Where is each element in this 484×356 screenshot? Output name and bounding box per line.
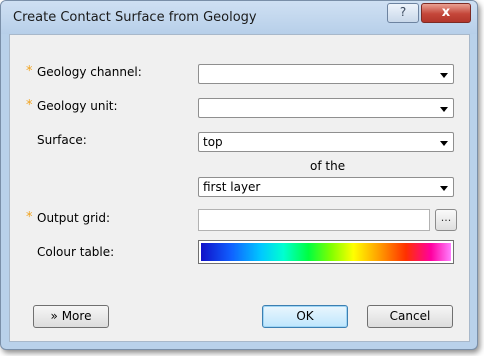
geology-channel-dropdown[interactable] (198, 64, 454, 84)
cancel-button[interactable]: Cancel (367, 305, 453, 328)
more-button[interactable]: » More (33, 305, 109, 328)
geology-channel-label: Geology channel: (37, 65, 142, 79)
geology-unit-dropdown[interactable] (198, 98, 454, 118)
browse-button[interactable]: ... (435, 209, 457, 231)
colour-gradient-swatch (201, 243, 451, 261)
geology-unit-label: Geology unit: (37, 99, 118, 113)
help-icon: ? (399, 5, 407, 19)
dialog-title: Create Contact Surface from Geology (13, 10, 257, 25)
close-button[interactable]: x (421, 3, 471, 23)
layer-dropdown[interactable]: first layer (198, 177, 454, 197)
ok-button-label: OK (296, 309, 314, 323)
chevron-down-icon (440, 73, 448, 78)
surface-value: top (203, 135, 223, 149)
colour-table-picker[interactable] (198, 240, 454, 264)
chevron-down-icon (440, 141, 448, 146)
required-icon: * (26, 210, 33, 225)
chevron-down-icon (440, 107, 448, 112)
dialog-window: Create Contact Surface from Geology ? x … (0, 0, 478, 350)
title-bar[interactable]: Create Contact Surface from Geology ? x (1, 1, 477, 34)
layer-value: first layer (203, 180, 261, 194)
ok-button[interactable]: OK (262, 305, 348, 328)
output-grid-input[interactable] (198, 209, 430, 231)
of-the-label: of the (310, 159, 346, 173)
required-icon: * (26, 64, 33, 79)
help-button[interactable]: ? (387, 3, 419, 23)
surface-dropdown[interactable]: top (198, 132, 454, 152)
output-grid-label: Output grid: (37, 211, 111, 225)
close-icon: x (441, 5, 451, 20)
cancel-button-label: Cancel (389, 309, 431, 323)
more-button-label: More (61, 309, 92, 323)
colour-table-label: Colour table: (37, 245, 115, 259)
required-icon: * (26, 98, 33, 113)
double-chevron-icon: » (50, 309, 58, 323)
ellipsis-icon: ... (440, 211, 452, 224)
surface-label: Surface: (37, 133, 87, 147)
dialog-body: * Geology channel: * Geology unit: Surfa… (9, 34, 470, 342)
chevron-down-icon (440, 186, 448, 191)
